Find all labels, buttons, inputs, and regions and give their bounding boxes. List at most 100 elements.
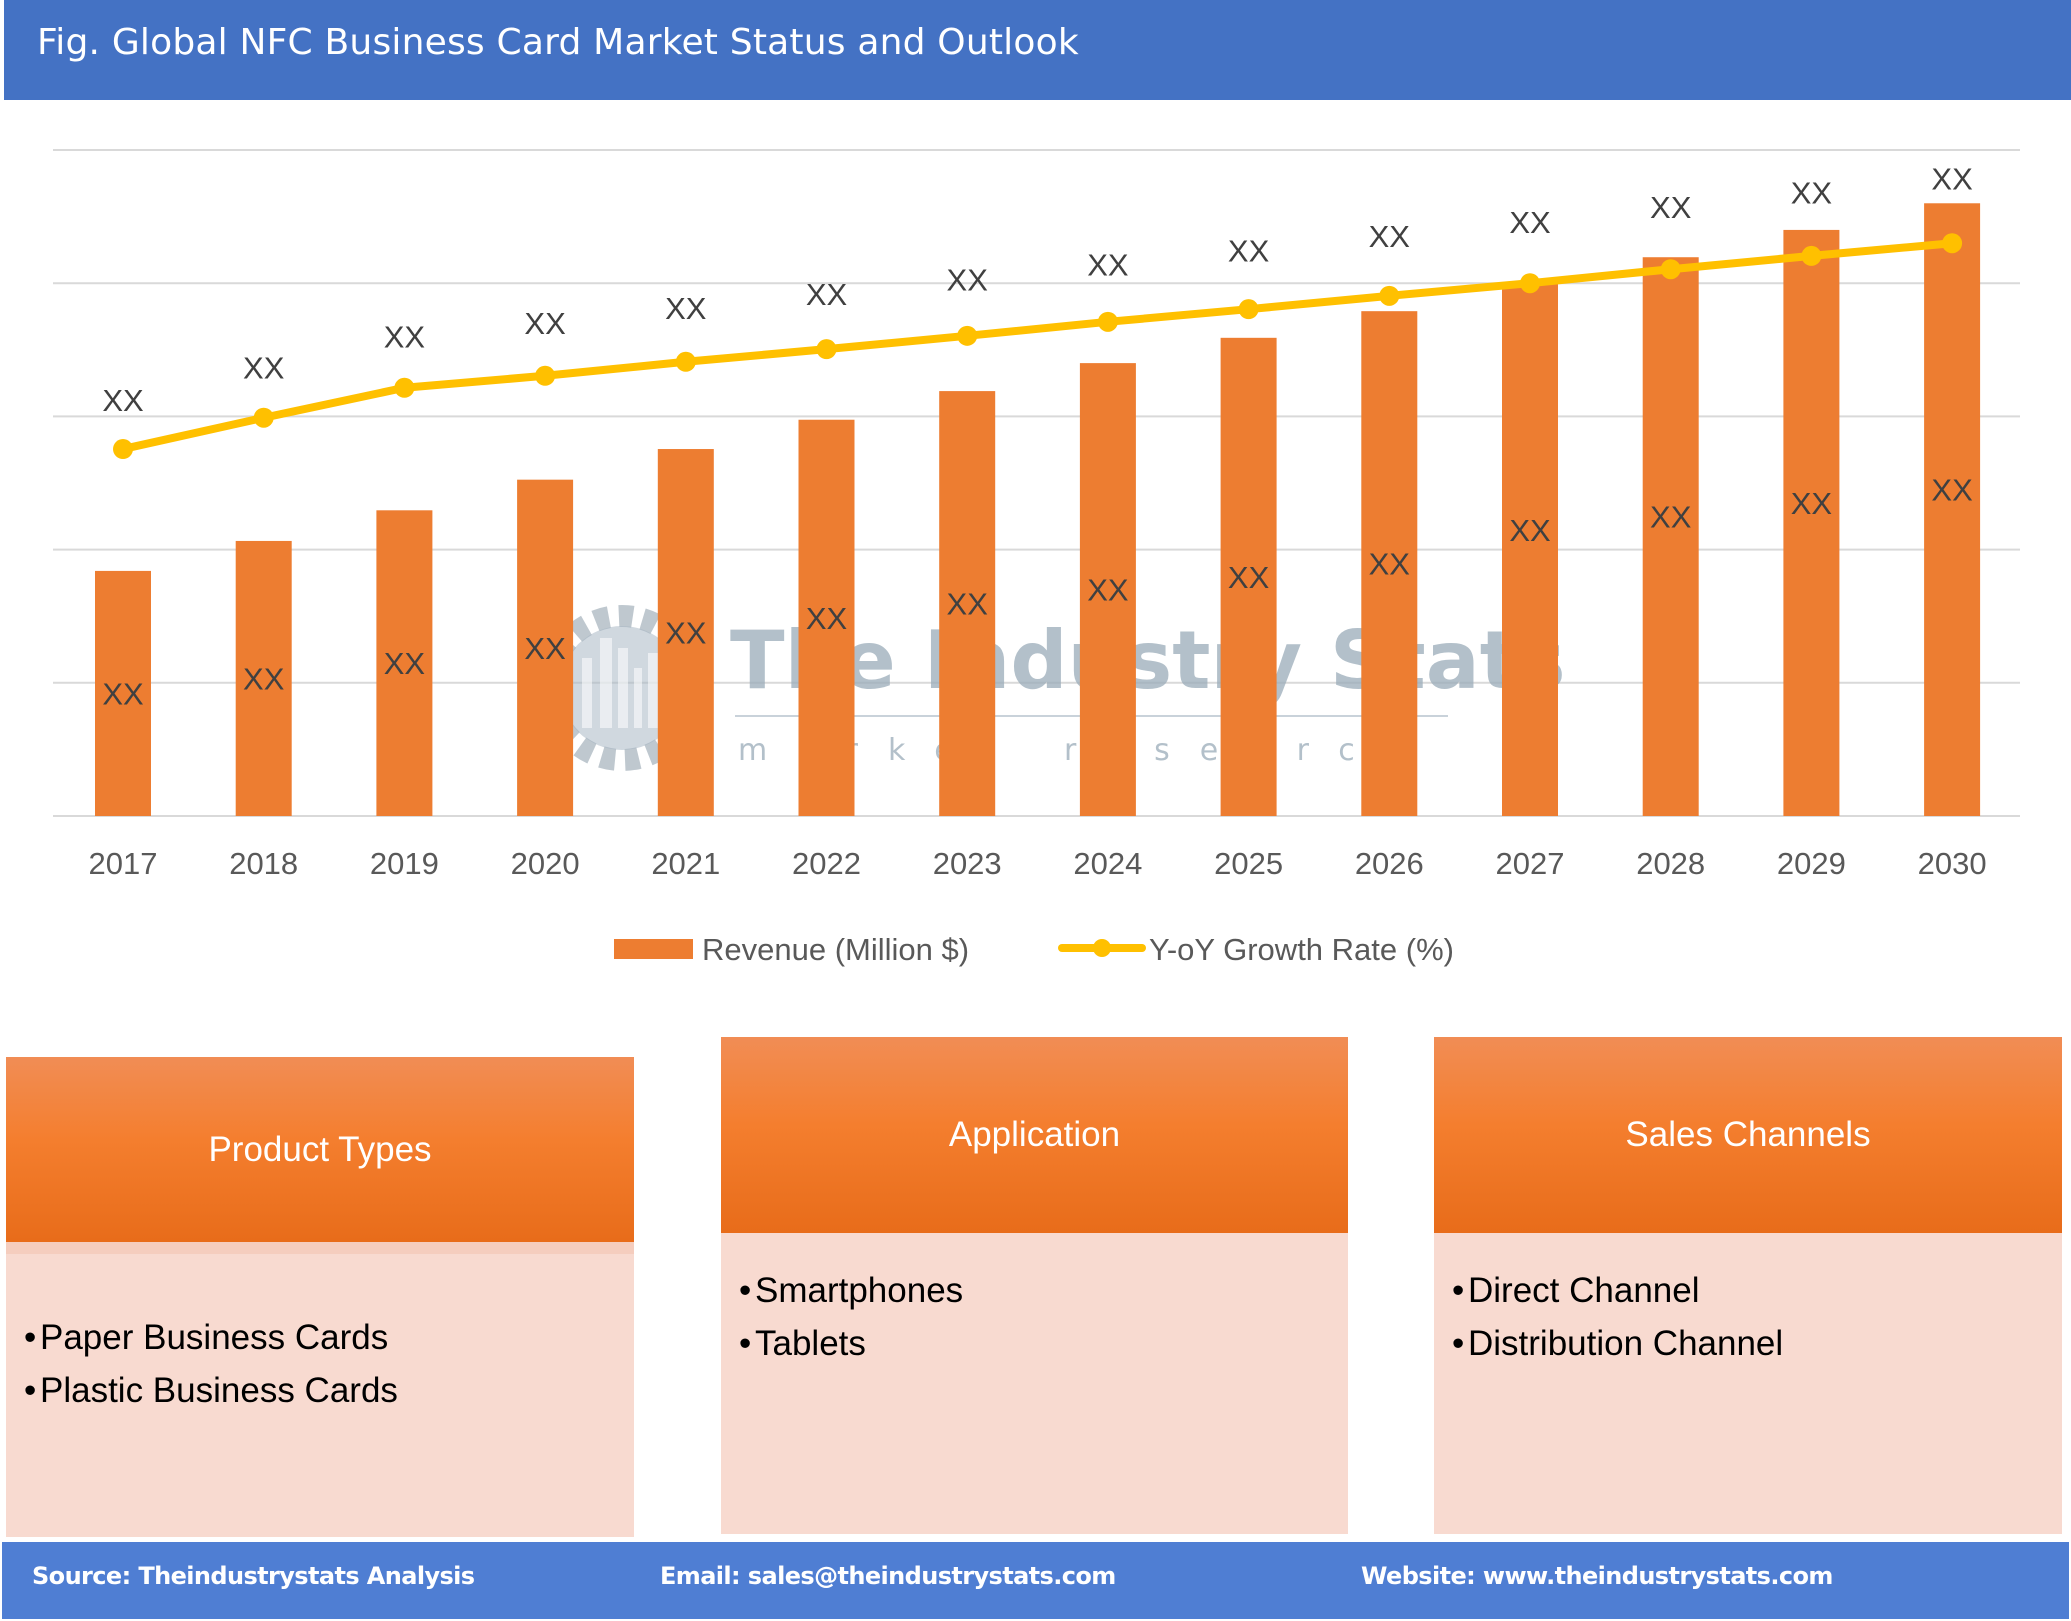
bar-data-label: XX (1650, 500, 1692, 535)
panel-header: Product Types (6, 1057, 634, 1242)
list-item: • Distribution Channel (1452, 1317, 1783, 1370)
list-item: • Paper Business Cards (24, 1311, 398, 1364)
list-item-label: Tablets (755, 1324, 866, 1363)
x-tick-label: 2023 (933, 846, 1002, 881)
line-data-label: XX (1369, 219, 1411, 254)
x-tick-label: 2019 (370, 846, 439, 881)
growth-point-2027 (1520, 273, 1540, 294)
line-data-label: XX (947, 263, 989, 298)
list-item-label: Plastic Business Cards (40, 1371, 398, 1410)
bar-data-label: XX (1228, 560, 1270, 595)
bar-data-label: XX (806, 601, 848, 636)
bullet-icon: • (24, 1371, 37, 1410)
growth-point-2022 (816, 339, 837, 360)
bullet-icon: • (739, 1271, 752, 1310)
panel-title: Application (948, 1115, 1121, 1154)
line-data-label: XX (806, 277, 848, 312)
revenue-bars (95, 203, 1981, 817)
line-data-label: XX (243, 351, 285, 386)
bullet-icon: • (24, 1318, 37, 1357)
footer-email[interactable]: Email: sales@theindustrystats.com (660, 1562, 1116, 1590)
panel-list: • Paper Business Cards • Plastic Business … (24, 1311, 398, 1417)
panel-sales-channels: Sales Channels • Direct Channel • Distribu… (1434, 1037, 2062, 1534)
x-tick-label: 2018 (229, 846, 298, 881)
list-item-label: Distribution Channel (1468, 1324, 1784, 1363)
line-data-label: XX (1228, 234, 1270, 269)
x-tick-label: 2026 (1355, 846, 1424, 881)
chart: The Industry Stats market research XXXXX… (53, 149, 2020, 967)
bar-data-label: XX (665, 616, 707, 651)
growth-point-2023 (957, 325, 978, 346)
growth-point-2018 (253, 407, 274, 428)
x-tick-label: 2029 (1777, 846, 1846, 881)
bar-data-label: XX (1791, 486, 1833, 521)
bullet-icon: • (1452, 1324, 1465, 1363)
legend-item-revenue: Revenue (Million $) (614, 932, 969, 967)
x-tick-label: 2025 (1214, 846, 1283, 881)
x-tick-label: 2030 (1918, 846, 1987, 881)
legend-label-growth: Y-oY Growth Rate (%) (1149, 932, 1454, 967)
footer-website[interactable]: Website: www.theindustrystats.com (1361, 1562, 1833, 1590)
panel-title: Product Types (208, 1129, 432, 1169)
list-item: • Direct Channel (1452, 1264, 1783, 1317)
legend-swatch-growth-marker (1093, 939, 1111, 957)
bar-data-label: XX (102, 676, 144, 711)
bar-2030 (1924, 203, 1981, 816)
growth-point-2021 (675, 351, 696, 372)
growth-point-2028 (1660, 259, 1681, 280)
list-item: • Smartphones (739, 1264, 963, 1317)
bar-data-label: XX (1369, 547, 1411, 582)
x-tick-label: 2024 (1073, 846, 1142, 881)
line-data-label: XX (1931, 162, 1973, 197)
growth-point-2030 (1942, 233, 1963, 254)
legend: Revenue (Million $) Y-oY Growth Rate (%) (614, 932, 1454, 967)
bullet-icon: • (739, 1324, 752, 1363)
bar-data-label: XX (243, 661, 285, 696)
legend-item-growth: Y-oY Growth Rate (%) (1058, 932, 1454, 967)
bullet-icon: • (1452, 1271, 1465, 1310)
list-item-label: Direct Channel (1468, 1271, 1700, 1310)
title-bar: Fig. Global NFC Business Card Market Sta… (4, 0, 2071, 100)
bar-2028 (1642, 257, 1699, 816)
line-data-label: XX (1509, 205, 1551, 240)
growth-point-2019 (394, 377, 415, 398)
bar-data-label: XX (1087, 573, 1129, 608)
panel-header: Application (721, 1037, 1348, 1233)
x-axis-tick-labels: 2017 2018 2019 2020 2021 2022 2023 2024 2025 2026… (89, 846, 1987, 881)
line-data-label: XX (1650, 190, 1692, 225)
growth-point-2029 (1801, 245, 1822, 266)
line-data-label: XX (384, 319, 426, 354)
line-data-label: XX (102, 383, 144, 418)
x-tick-label: 2020 (511, 846, 580, 881)
list-item: • Tablets (739, 1317, 963, 1370)
footer-source: Source: Theindustrystats Analysis (32, 1562, 475, 1590)
page-title: Fig. Global NFC Business Card Market Sta… (37, 22, 1079, 63)
growth-point-2020 (535, 365, 556, 386)
line-data-label: XX (524, 306, 566, 341)
bar-2027 (1502, 283, 1558, 817)
footer: Source: Theindustrystats Analysis Email:… (2, 1542, 2069, 1619)
bar-data-label: XX (384, 646, 426, 681)
watermark-title: The Industry Stats (730, 614, 1566, 707)
x-tick-label: 2022 (792, 846, 861, 881)
line-data-label: XX (1087, 247, 1129, 282)
growth-point-2025 (1238, 299, 1259, 320)
x-tick-label: 2028 (1636, 846, 1705, 881)
panel-divider (6, 1242, 634, 1254)
panel-title: Sales Channels (1625, 1115, 1871, 1154)
bar-2029 (1783, 229, 1840, 817)
growth-point-2017 (113, 439, 133, 460)
bar-data-label: XX (1509, 513, 1551, 548)
bar-data-label: XX (947, 587, 989, 622)
list-item-label: Paper Business Cards (40, 1318, 389, 1357)
list-item: • Plastic Business Cards (24, 1364, 398, 1417)
panel-list: • Direct Channel • Distribution Channel (1452, 1264, 1783, 1370)
panel-application: Application • Smartphones • Tablets (721, 1037, 1348, 1534)
line-data-label: XX (665, 291, 707, 326)
panel-list: • Smartphones • Tablets (739, 1264, 963, 1370)
x-tick-label: 2027 (1496, 846, 1565, 881)
x-tick-label: 2021 (651, 846, 720, 881)
x-tick-label: 2017 (89, 846, 158, 881)
bar-data-label: XX (524, 631, 566, 666)
growth-point-2026 (1379, 285, 1400, 306)
